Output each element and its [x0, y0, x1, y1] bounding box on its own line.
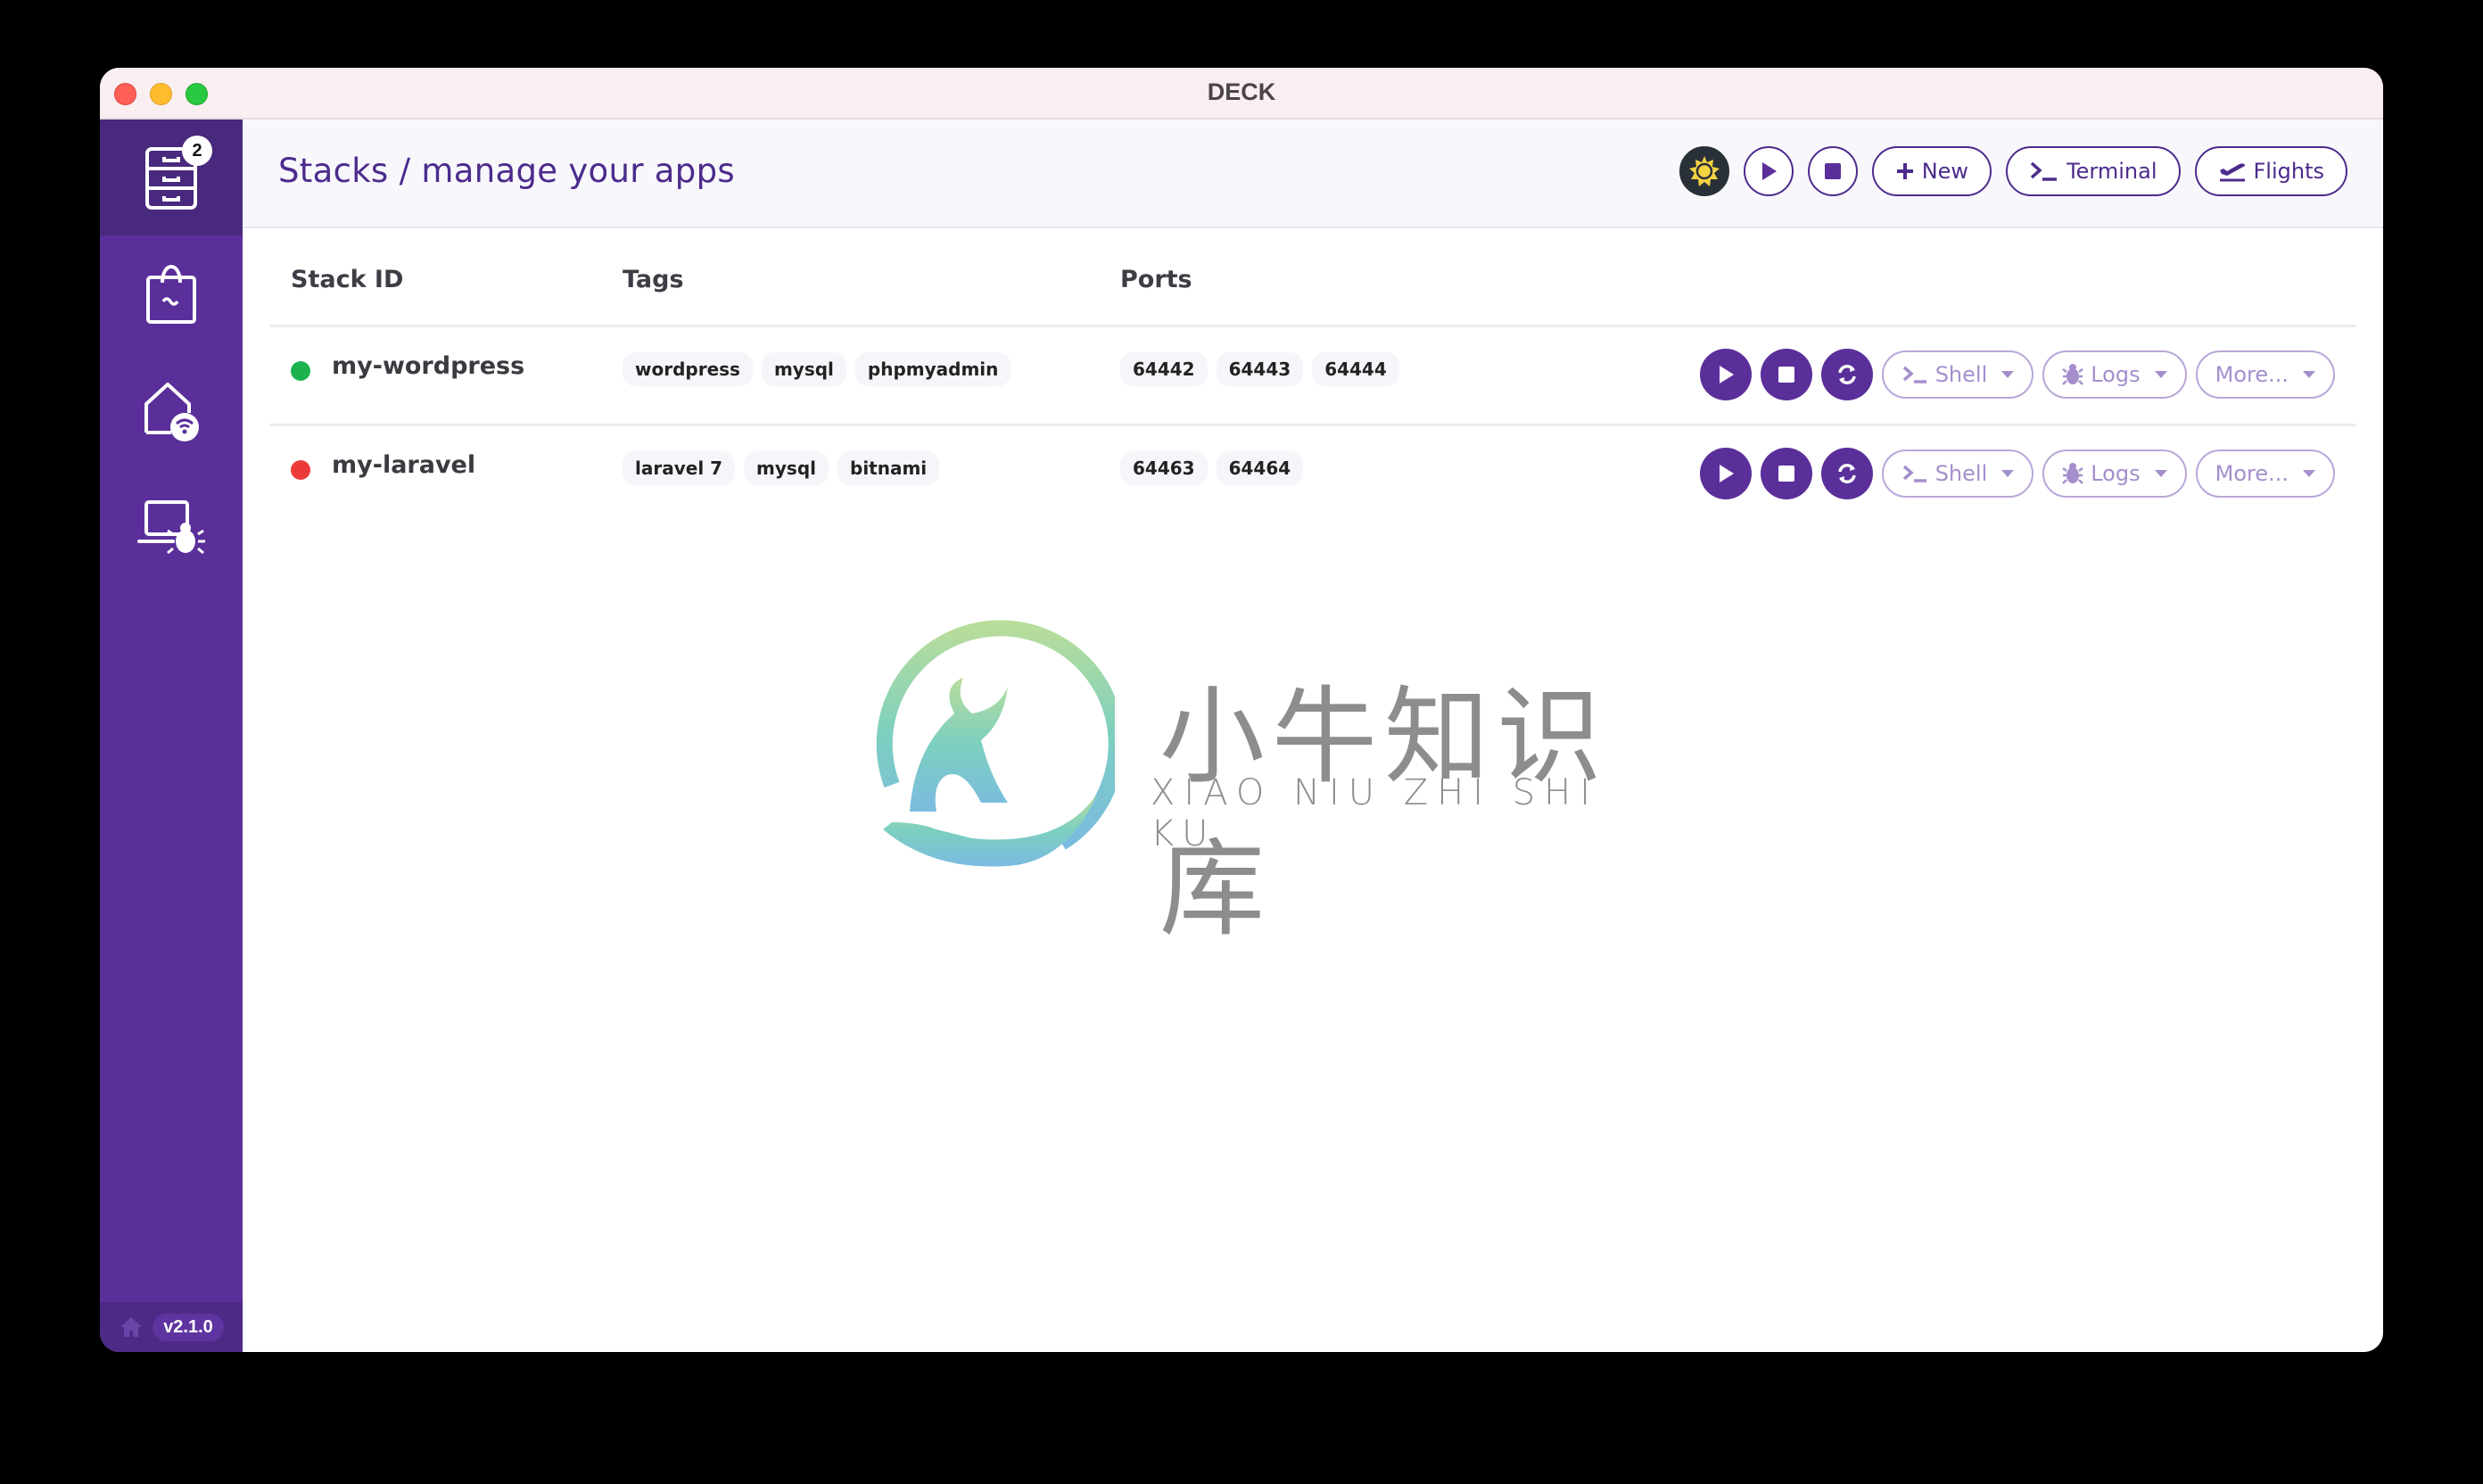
page-title: Stacks / manage your apps	[278, 152, 735, 190]
start-stack-button[interactable]	[1699, 349, 1752, 400]
shopping-bag-icon	[146, 265, 196, 324]
sidebar-item-marketplace[interactable]	[100, 235, 243, 351]
main-content: Stacks / manage your apps New Terminal F…	[243, 120, 2383, 1352]
sidebar-item-network[interactable]	[100, 351, 243, 467]
restart-stack-button[interactable]	[1820, 448, 1873, 499]
tag-chip: bitnami	[837, 451, 940, 485]
shell-label: Shell	[1934, 461, 1988, 486]
stack-id[interactable]: my-laravel	[332, 451, 475, 479]
row-actions: Shell Logs More...	[1699, 349, 2335, 400]
flights-label: Flights	[2253, 159, 2325, 184]
app-window: DECK 2 v2.1.0 Stacks / manage your apps …	[100, 68, 2383, 1352]
bug-icon	[2062, 364, 2084, 385]
new-stack-button[interactable]: New	[1871, 146, 1992, 196]
terminal-button[interactable]: Terminal	[2006, 146, 2181, 196]
sidebar-item-stacks[interactable]: 2	[100, 120, 243, 235]
stop-stack-button[interactable]	[1760, 349, 1812, 400]
theme-toggle-button[interactable]	[1679, 146, 1729, 196]
sync-icon	[1837, 365, 1856, 384]
start-stack-button[interactable]	[1699, 448, 1752, 499]
bug-icon	[2062, 463, 2084, 484]
more-label: More...	[2215, 362, 2289, 387]
new-stack-label: New	[1921, 159, 1969, 184]
tag-chip: mysql	[744, 451, 829, 485]
port-chip[interactable]: 64442	[1120, 352, 1208, 386]
more-label: More...	[2215, 461, 2289, 486]
start-all-button[interactable]	[1743, 146, 1794, 196]
stop-icon	[1778, 367, 1794, 383]
logs-dropdown[interactable]: Logs	[2042, 350, 2187, 399]
shell-dropdown[interactable]: Shell	[1881, 350, 2034, 399]
chevron-down-icon	[2303, 470, 2315, 477]
stacks-table: Stack ID Tags Ports my-wordpress wordpre…	[269, 227, 2356, 523]
sidebar-item-debug[interactable]	[100, 467, 243, 583]
table-row: my-laravel laravel 7 mysql bitnami 64463…	[269, 426, 2356, 523]
sidebar-footer: v2.1.0	[100, 1302, 243, 1352]
tag-chip: wordpress	[623, 352, 753, 386]
table-row: my-wordpress wordpress mysql phpmyadmin …	[269, 327, 2356, 426]
port-chip[interactable]: 64444	[1312, 352, 1399, 386]
shell-dropdown[interactable]: Shell	[1881, 449, 2034, 498]
plane-departure-icon	[2219, 163, 2245, 182]
port-chip[interactable]: 64443	[1216, 352, 1304, 386]
port-chip[interactable]: 64463	[1120, 451, 1208, 485]
logs-label: Logs	[2091, 461, 2141, 486]
chevron-down-icon	[2001, 470, 2015, 477]
stop-icon	[1824, 163, 1841, 179]
terminal-icon	[2030, 161, 2058, 181]
title-bar: DECK	[100, 68, 2383, 120]
column-header-tags: Tags	[623, 266, 684, 293]
tag-chip: phpmyadmin	[854, 352, 1011, 386]
play-icon	[1761, 162, 1777, 180]
window-title: DECK	[1207, 78, 1276, 105]
home-icon[interactable]	[119, 1315, 144, 1339]
terminal-label: Terminal	[2066, 159, 2157, 184]
column-header-stack-id: Stack ID	[291, 266, 404, 293]
status-indicator	[291, 361, 310, 381]
home-wifi-icon	[144, 383, 199, 441]
tag-list: laravel 7 mysql bitnami	[623, 451, 940, 485]
more-dropdown[interactable]: More...	[2195, 350, 2335, 399]
column-header-ports: Ports	[1120, 266, 1192, 293]
terminal-icon	[1902, 465, 1926, 482]
flights-button[interactable]: Flights	[2194, 146, 2347, 196]
sun-icon	[1688, 156, 1720, 186]
header-toolbar: New Terminal Flights	[1679, 146, 2347, 196]
tag-chip: mysql	[761, 352, 846, 386]
tag-list: wordpress mysql phpmyadmin	[623, 352, 1011, 386]
stop-icon	[1778, 466, 1794, 482]
chevron-down-icon	[2154, 371, 2167, 378]
more-dropdown[interactable]: More...	[2195, 449, 2335, 498]
row-actions: Shell Logs More...	[1699, 448, 2335, 499]
sidebar: 2 v2.1.0	[100, 120, 243, 1352]
chevron-down-icon	[2001, 371, 2015, 378]
page-header: Stacks / manage your apps New Terminal F…	[243, 120, 2383, 228]
terminal-icon	[1902, 366, 1926, 383]
stop-all-button[interactable]	[1807, 146, 1858, 196]
shell-label: Shell	[1934, 362, 1988, 387]
logs-dropdown[interactable]: Logs	[2042, 449, 2187, 498]
table-header: Stack ID Tags Ports	[269, 227, 2356, 327]
stack-id[interactable]: my-wordpress	[332, 352, 524, 380]
logs-label: Logs	[2091, 362, 2141, 387]
port-list: 64442 64443 64444	[1120, 352, 1399, 386]
play-icon	[1719, 366, 1734, 383]
plus-icon	[1896, 163, 1913, 179]
port-chip[interactable]: 64464	[1216, 451, 1304, 485]
sync-icon	[1837, 464, 1856, 483]
laptop-bug-icon	[137, 500, 205, 555]
port-list: 64463 64464	[1120, 451, 1304, 485]
status-indicator	[291, 460, 310, 480]
stop-stack-button[interactable]	[1760, 448, 1812, 499]
version-badge: v2.1.0	[153, 1313, 224, 1341]
chevron-down-icon	[2154, 470, 2167, 477]
restart-stack-button[interactable]	[1820, 349, 1873, 400]
stacks-count-badge: 2	[182, 136, 212, 166]
tag-chip: laravel 7	[623, 451, 736, 485]
play-icon	[1719, 465, 1734, 482]
chevron-down-icon	[2303, 371, 2315, 378]
